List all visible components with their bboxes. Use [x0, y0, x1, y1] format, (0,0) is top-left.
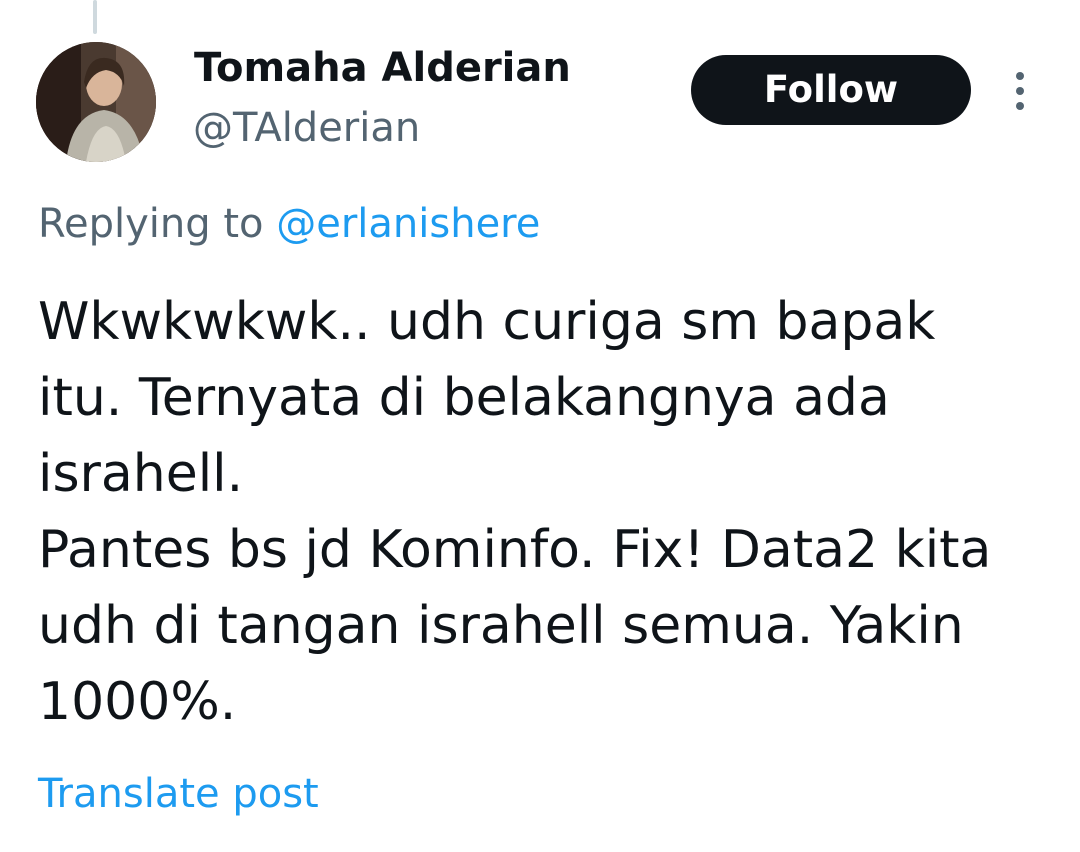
reply-context: Replying to @erlanishere — [38, 198, 540, 250]
post-line: Pantes bs jd Kominfo. Fix! Data2 kita — [38, 520, 992, 580]
author-handle[interactable]: @TAlderian — [193, 102, 420, 154]
author-display-name[interactable]: Tomaha Alderian — [194, 42, 571, 94]
more-vertical-icon[interactable] — [1006, 70, 1034, 112]
tweet-card: Tomaha Alderian @TAlderian Follow Replyi… — [0, 0, 1080, 852]
post-line: Wkwkwkwk.. udh curiga sm bapak — [38, 292, 936, 352]
translate-post-link[interactable]: Translate post — [38, 768, 319, 820]
post-line: 1000%. — [38, 672, 237, 732]
thread-line — [93, 0, 97, 34]
follow-button[interactable]: Follow — [691, 55, 971, 125]
avatar[interactable] — [36, 42, 156, 162]
post-line: itu. Ternyata di belakangnya ada — [38, 368, 890, 428]
reply-mention-link[interactable]: @erlanishere — [276, 201, 540, 247]
post-line: israhell. — [38, 444, 244, 504]
post-line: udh di tangan israhell semua. Yakin — [38, 596, 964, 656]
reply-context-prefix: Replying to — [38, 201, 277, 247]
avatar-image — [36, 42, 156, 162]
post-text: Wkwkwkwk.. udh curiga sm bapak itu. Tern… — [38, 284, 1048, 740]
